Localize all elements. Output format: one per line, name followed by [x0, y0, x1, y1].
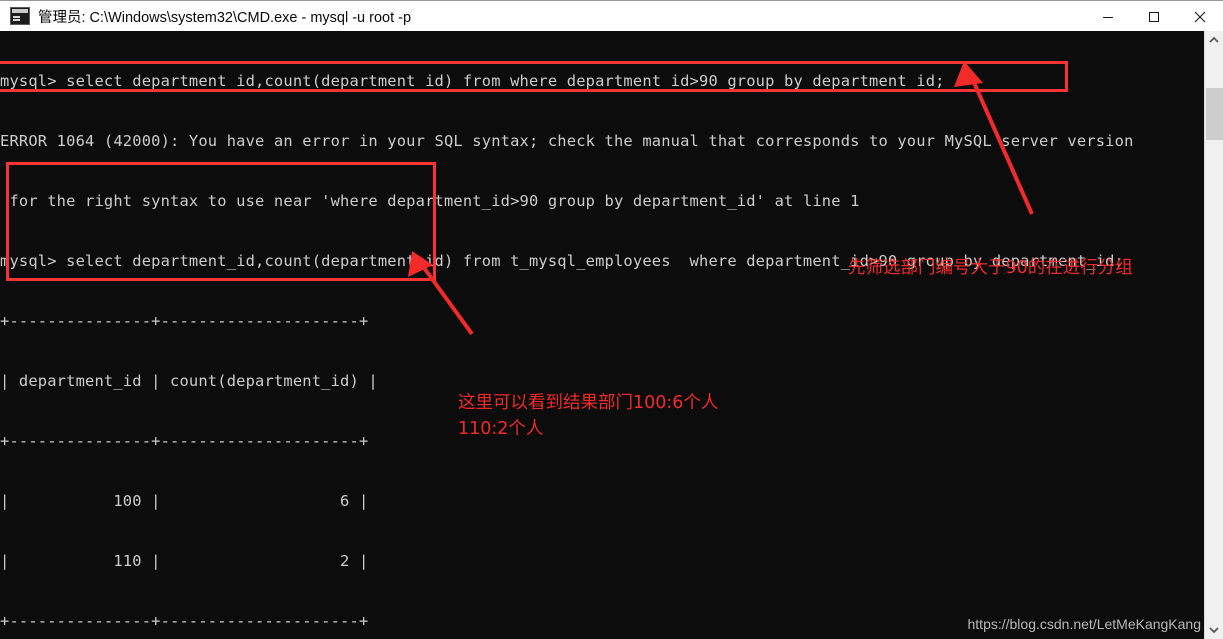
terminal-line: for the right syntax to use near 'where …	[0, 192, 860, 210]
terminal-line: +---------------+---------------------+	[0, 312, 369, 330]
terminal-line: | 100 | 6 |	[0, 492, 369, 510]
console-output-area[interactable]: mysql> select department_id,count(depart…	[0, 31, 1223, 639]
terminal-line: | 110 | 2 |	[0, 552, 369, 570]
vertical-scrollbar[interactable]	[1204, 31, 1223, 639]
annotation-note-result-line2: 110:2个人	[458, 419, 544, 439]
maximize-button[interactable]	[1131, 1, 1177, 32]
terminal-line: | department_id | count(department_id) |	[0, 372, 378, 390]
window-titlebar[interactable]: 管理员: C:\Windows\system32\CMD.exe - mysql…	[0, 0, 1223, 31]
terminal-line: ERROR 1064 (42000): You have an error in…	[0, 132, 1134, 150]
minimize-button[interactable]	[1085, 1, 1131, 32]
window-title: 管理员: C:\Windows\system32\CMD.exe - mysql…	[38, 9, 412, 26]
terminal-text: mysql> select department_id,count(depart…	[0, 31, 1134, 639]
annotation-note-filter: 先筛选部门编号大于90的在进行分组	[848, 258, 1133, 278]
chevron-down-icon	[1209, 627, 1219, 634]
scroll-down-button[interactable]	[1205, 621, 1223, 639]
annotation-note-result-line1: 这里可以看到结果部门100:6个人	[458, 393, 719, 413]
annotation-note-result: 这里可以看到结果部门100:6个人 110:2个人	[458, 390, 718, 442]
scrollbar-thumb[interactable]	[1206, 88, 1223, 140]
scroll-up-button[interactable]	[1205, 31, 1223, 49]
close-icon	[1194, 11, 1206, 22]
close-button[interactable]	[1177, 1, 1223, 32]
watermark-url: https://blog.csdn.net/LetMeKangKang	[967, 616, 1202, 632]
window-controls	[1085, 1, 1223, 32]
minimize-icon	[1103, 16, 1113, 18]
cmd-console-icon	[10, 7, 30, 25]
terminal-line: +---------------+---------------------+	[0, 612, 369, 630]
screenshot-root: 管理员: C:\Windows\system32\CMD.exe - mysql…	[0, 0, 1223, 639]
maximize-icon	[1149, 11, 1159, 22]
terminal-line: mysql> select department_id,count(depart…	[0, 72, 945, 90]
chevron-up-icon	[1209, 36, 1219, 43]
